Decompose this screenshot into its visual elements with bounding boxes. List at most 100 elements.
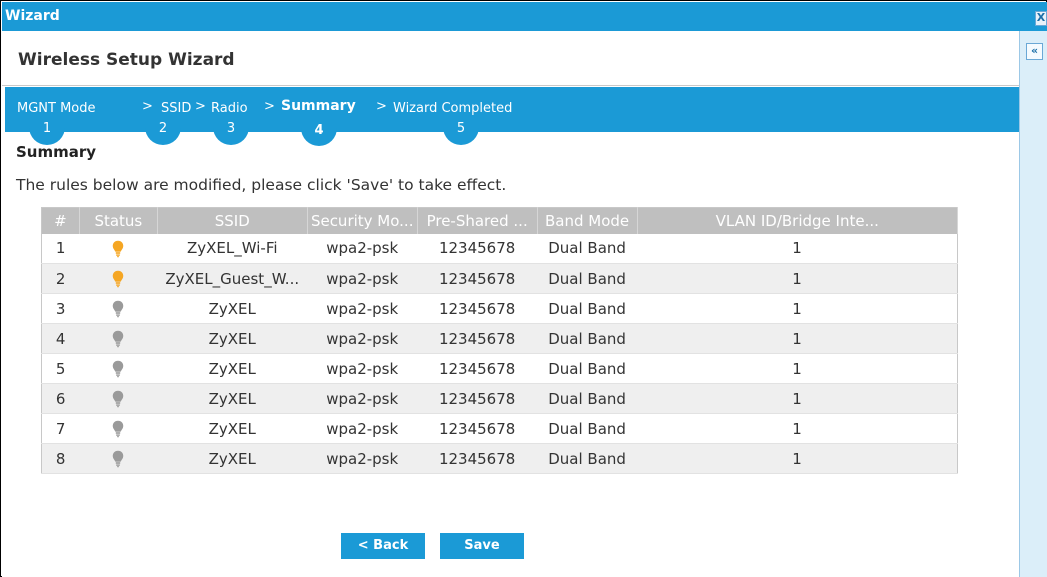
- step-separator: >: [264, 99, 275, 114]
- step-number: 2: [145, 119, 181, 145]
- cell-pre-shared-key: 12345678: [417, 353, 538, 384]
- cell-status: [79, 233, 158, 264]
- step-label: Radio: [211, 101, 248, 116]
- cell-number: 4: [41, 323, 80, 354]
- cell-status: [79, 443, 158, 474]
- cell-band-mode: Dual Band: [537, 443, 638, 474]
- cell-status: [79, 383, 158, 414]
- wizard-header: Wireless Setup Wizard: [2, 31, 1019, 86]
- cell-status: [79, 413, 158, 444]
- cell-pre-shared-key: 12345678: [417, 233, 538, 264]
- summary-table: # Status SSID Security Mo... Pre-Shared …: [41, 207, 959, 474]
- table-row[interactable]: 1 ZyXEL_Wi-Fi wpa2-psk 12345678 Dual Band 1: [41, 233, 958, 264]
- cell-vlan-id: 1: [637, 353, 958, 384]
- cell-pre-shared-key: 12345678: [417, 323, 538, 354]
- cell-pre-shared-key: 12345678: [417, 443, 538, 474]
- column-header-security-mode[interactable]: Security Mo...: [307, 207, 418, 234]
- step-label: SSID: [161, 101, 192, 116]
- cell-ssid: ZyXEL: [157, 353, 308, 384]
- step-separator: >: [142, 99, 153, 114]
- cell-ssid: ZyXEL: [157, 383, 308, 414]
- step-label: MGNT Mode: [17, 101, 96, 116]
- lightbulb-off-icon: [112, 360, 124, 378]
- cell-vlan-id: 1: [637, 413, 958, 444]
- cell-vlan-id: 1: [637, 293, 958, 324]
- cell-number: 5: [41, 353, 80, 384]
- cell-band-mode: Dual Band: [537, 323, 638, 354]
- step-label: Summary: [281, 98, 356, 114]
- cell-number: 6: [41, 383, 80, 414]
- cell-band-mode: Dual Band: [537, 353, 638, 384]
- step-number: 1: [29, 119, 65, 145]
- lightbulb-off-icon: [112, 450, 124, 468]
- table-header-row: # Status SSID Security Mo... Pre-Shared …: [41, 207, 959, 234]
- column-header-vlan-id[interactable]: VLAN ID/Bridge Inte...: [637, 207, 959, 234]
- cell-status: [79, 293, 158, 324]
- cell-ssid: ZyXEL_Wi-Fi: [157, 233, 308, 264]
- table-row[interactable]: 7 ZyXEL wpa2-psk 12345678 Dual Band 1: [41, 413, 958, 444]
- cell-ssid: ZyXEL: [157, 443, 308, 474]
- cell-number: 8: [41, 443, 80, 474]
- cell-number: 3: [41, 293, 80, 324]
- cell-number: 1: [41, 233, 80, 264]
- step-separator: >: [195, 99, 206, 114]
- wizard-steps-bar: MGNT Mode 1 > SSID 2 > Radio 3 > Summary…: [5, 87, 1019, 146]
- lightbulb-on-icon: [112, 240, 124, 258]
- cell-band-mode: Dual Band: [537, 413, 638, 444]
- window-titlebar: Wizard X: [2, 2, 1047, 31]
- lightbulb-on-icon: [112, 270, 124, 288]
- cell-number: 7: [41, 413, 80, 444]
- side-panel: «: [1019, 31, 1047, 577]
- column-header-ssid[interactable]: SSID: [157, 207, 308, 234]
- cell-ssid: ZyXEL_Guest_W...: [157, 263, 308, 294]
- cell-status: [79, 263, 158, 294]
- section-title: Summary: [16, 143, 97, 161]
- lightbulb-off-icon: [112, 420, 124, 438]
- table-row[interactable]: 2 ZyXEL_Guest_W... wpa2-psk 12345678 Dual Ba…: [41, 263, 958, 294]
- cell-number: 2: [41, 263, 80, 294]
- step-number: 4: [301, 122, 337, 146]
- cell-vlan-id: 1: [637, 383, 958, 414]
- column-header-status[interactable]: Status: [79, 207, 158, 234]
- step-label: Wizard Completed: [393, 101, 513, 116]
- cell-band-mode: Dual Band: [537, 293, 638, 324]
- lightbulb-off-icon: [112, 390, 124, 408]
- column-header-number[interactable]: #: [41, 207, 80, 234]
- cell-band-mode: Dual Band: [537, 383, 638, 414]
- cell-security-mode: wpa2-psk: [307, 413, 418, 444]
- step-number: 5: [443, 119, 479, 145]
- page-title: Wireless Setup Wizard: [18, 50, 235, 70]
- table-row[interactable]: 5 ZyXEL wpa2-psk 12345678 Dual Band 1: [41, 353, 958, 384]
- cell-vlan-id: 1: [637, 263, 958, 294]
- back-button[interactable]: < Back: [341, 533, 425, 559]
- cell-vlan-id: 1: [637, 233, 958, 264]
- step-separator: >: [376, 99, 387, 114]
- cell-security-mode: wpa2-psk: [307, 263, 418, 294]
- cell-pre-shared-key: 12345678: [417, 383, 538, 414]
- table-row[interactable]: 4 ZyXEL wpa2-psk 12345678 Dual Band 1: [41, 323, 958, 354]
- cell-vlan-id: 1: [637, 323, 958, 354]
- lightbulb-off-icon: [112, 300, 124, 318]
- column-header-pre-shared-key[interactable]: Pre-Shared ...: [417, 207, 538, 234]
- collapse-panel-icon[interactable]: «: [1026, 43, 1043, 60]
- cell-ssid: ZyXEL: [157, 323, 308, 354]
- cell-band-mode: Dual Band: [537, 263, 638, 294]
- cell-security-mode: wpa2-psk: [307, 443, 418, 474]
- step-number: 3: [213, 119, 249, 145]
- cell-security-mode: wpa2-psk: [307, 233, 418, 264]
- close-icon[interactable]: X: [1035, 11, 1047, 26]
- cell-security-mode: wpa2-psk: [307, 353, 418, 384]
- save-button[interactable]: Save: [440, 533, 524, 559]
- column-header-band-mode[interactable]: Band Mode: [537, 207, 638, 234]
- cell-status: [79, 323, 158, 354]
- window-title: Wizard: [5, 8, 60, 24]
- cell-status: [79, 353, 158, 384]
- table-row[interactable]: 8 ZyXEL wpa2-psk 12345678 Dual Band 1: [41, 443, 958, 474]
- table-row[interactable]: 3 ZyXEL wpa2-psk 12345678 Dual Band 1: [41, 293, 958, 324]
- cell-pre-shared-key: 12345678: [417, 293, 538, 324]
- cell-security-mode: wpa2-psk: [307, 293, 418, 324]
- wizard-window: Wizard X Wireless Setup Wizard MGNT Mode…: [0, 0, 1047, 577]
- table-row[interactable]: 6 ZyXEL wpa2-psk 12345678 Dual Band 1: [41, 383, 958, 414]
- cell-band-mode: Dual Band: [537, 233, 638, 264]
- cell-pre-shared-key: 12345678: [417, 413, 538, 444]
